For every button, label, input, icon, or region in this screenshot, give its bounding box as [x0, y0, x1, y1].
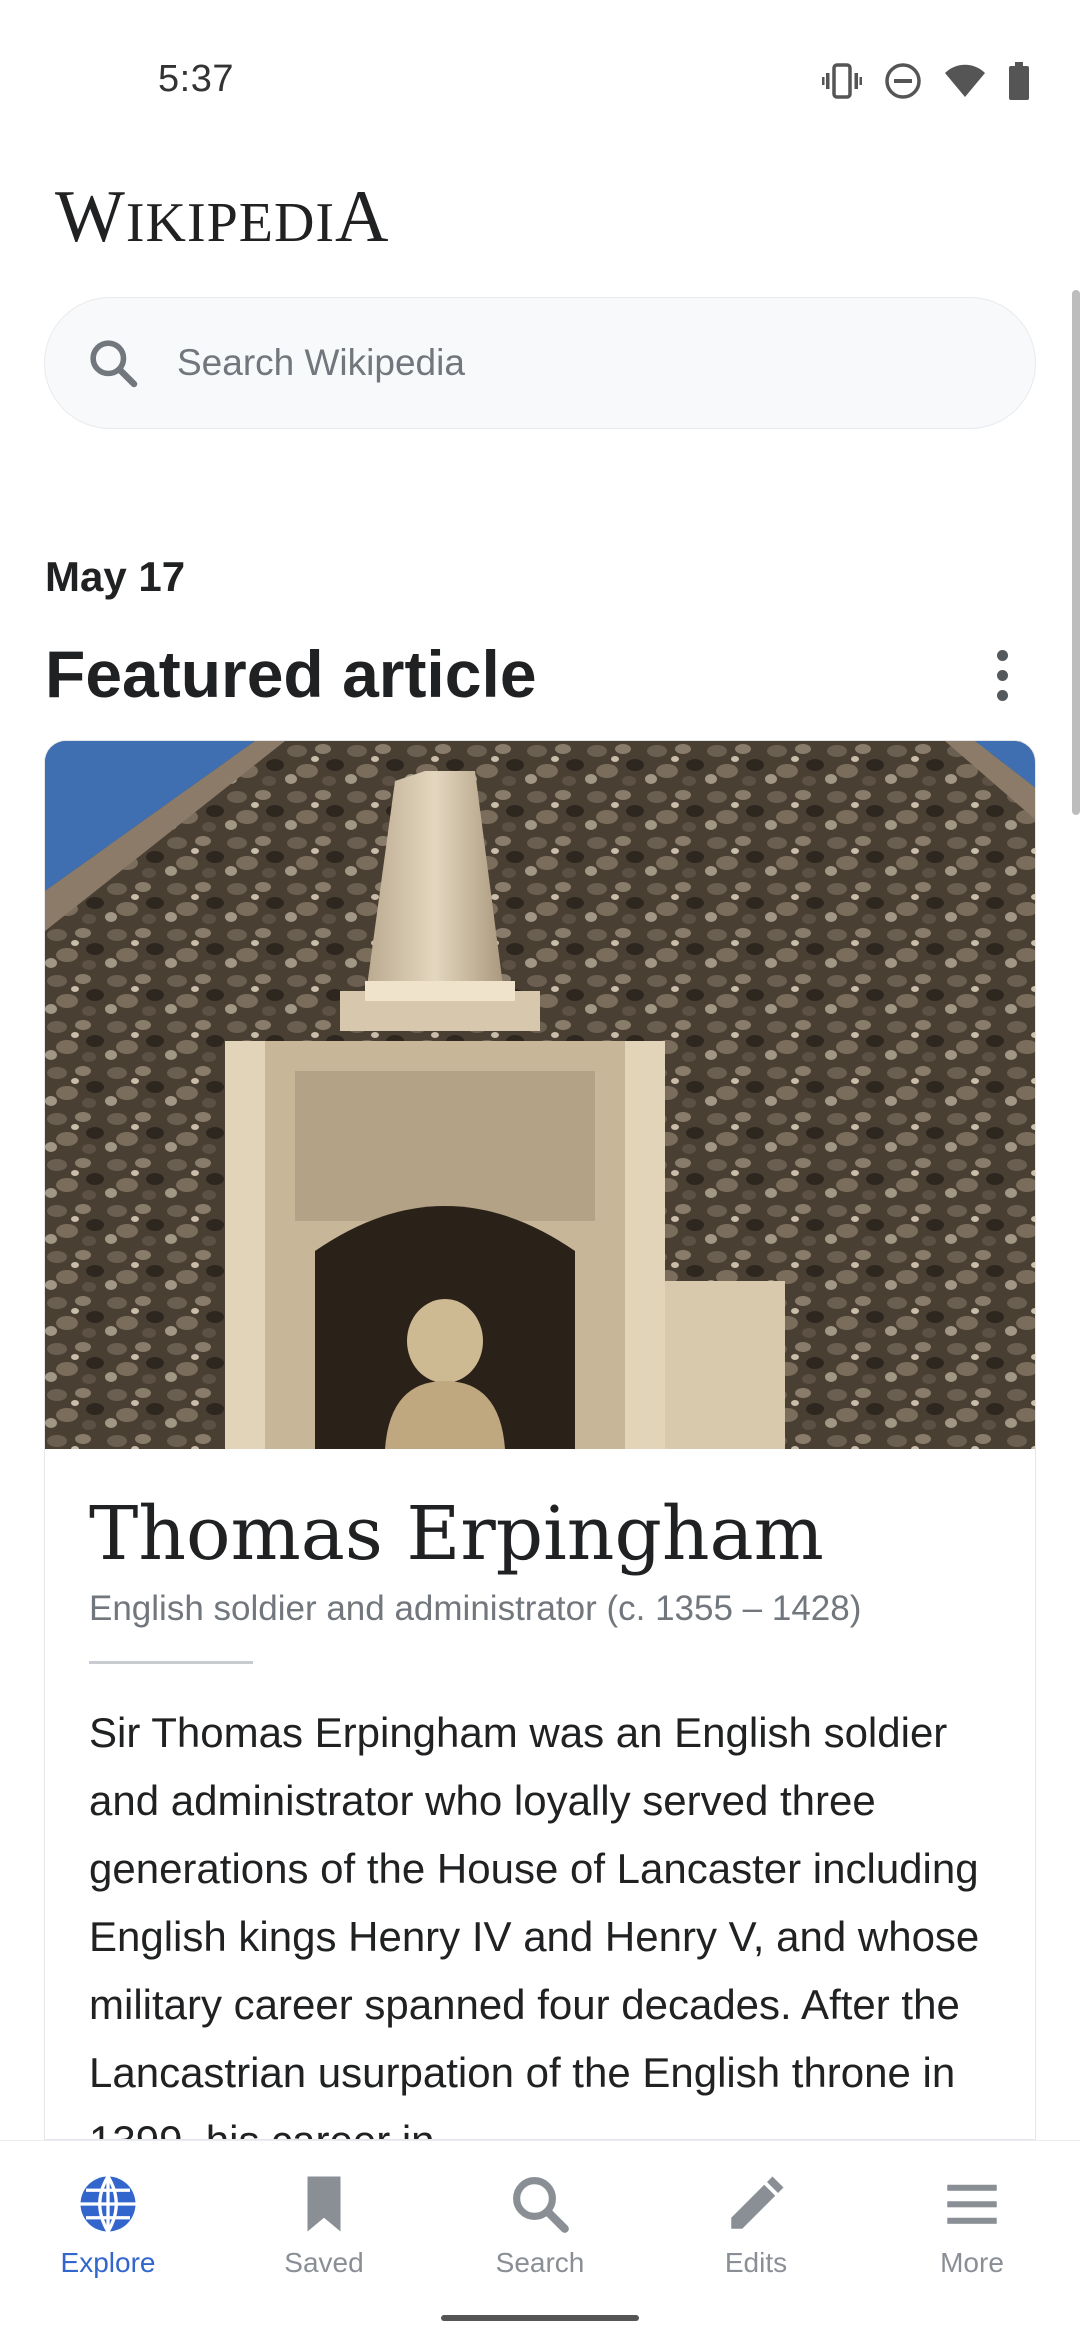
nav-label-explore: Explore — [60, 2247, 156, 2278]
status-icons — [822, 62, 1030, 100]
nav-label-edits: Edits — [724, 2247, 788, 2278]
nav-search[interactable]: Search — [432, 2141, 648, 2341]
search-placeholder: Search Wikipedia — [177, 342, 465, 383]
bottom-navigation: Explore Saved Search Edits More — [0, 2140, 1080, 2341]
menu-icon — [947, 2184, 997, 2224]
search-input[interactable]: Search Wikipedia — [44, 297, 1036, 429]
bookmark-icon — [307, 2176, 341, 2232]
nav-label-search: Search — [495, 2247, 585, 2278]
scrollbar[interactable] — [1072, 290, 1080, 815]
status-bar: 5:37 — [0, 0, 1080, 160]
logo-middle: IKIPEDI — [125, 192, 336, 254]
pencil-icon — [731, 2176, 784, 2229]
wikipedia-logo[interactable]: WIKIPEDIA — [55, 175, 390, 260]
gesture-navigation-bar[interactable] — [441, 2315, 639, 2321]
search-icon — [90, 340, 138, 388]
wifi-icon — [945, 64, 985, 97]
nav-explore[interactable]: Explore — [0, 2141, 216, 2341]
logo-w: W — [55, 176, 126, 258]
globe-icon — [80, 2175, 136, 2233]
article-extract: Sir Thomas Erpingham was an English sold… — [89, 1709, 980, 2139]
section-title: Featured article — [45, 637, 537, 711]
nav-label-saved: Saved — [284, 2247, 364, 2278]
featured-article-card[interactable]: Thomas Erpingham English soldier and adm… — [44, 740, 1036, 2140]
vibrate-icon — [822, 63, 862, 99]
status-time: 5:37 — [158, 58, 234, 100]
nav-edits[interactable]: Edits — [648, 2141, 864, 2341]
nav-label-more: More — [940, 2247, 1004, 2278]
logo-a: A — [335, 176, 390, 258]
battery-icon — [1009, 62, 1029, 100]
nav-more[interactable]: More — [864, 2141, 1080, 2341]
overflow-menu-icon[interactable] — [980, 645, 1024, 705]
article-description: English soldier and administrator (c. 13… — [89, 1589, 862, 1628]
feed-date: May 17 — [45, 553, 186, 600]
description-divider — [89, 1661, 253, 1664]
nav-saved[interactable]: Saved — [216, 2141, 432, 2341]
article-title[interactable]: Thomas Erpingham — [89, 1491, 824, 1577]
do-not-disturb-icon — [885, 63, 921, 99]
search-icon — [513, 2177, 569, 2233]
article-image — [45, 741, 1035, 1449]
